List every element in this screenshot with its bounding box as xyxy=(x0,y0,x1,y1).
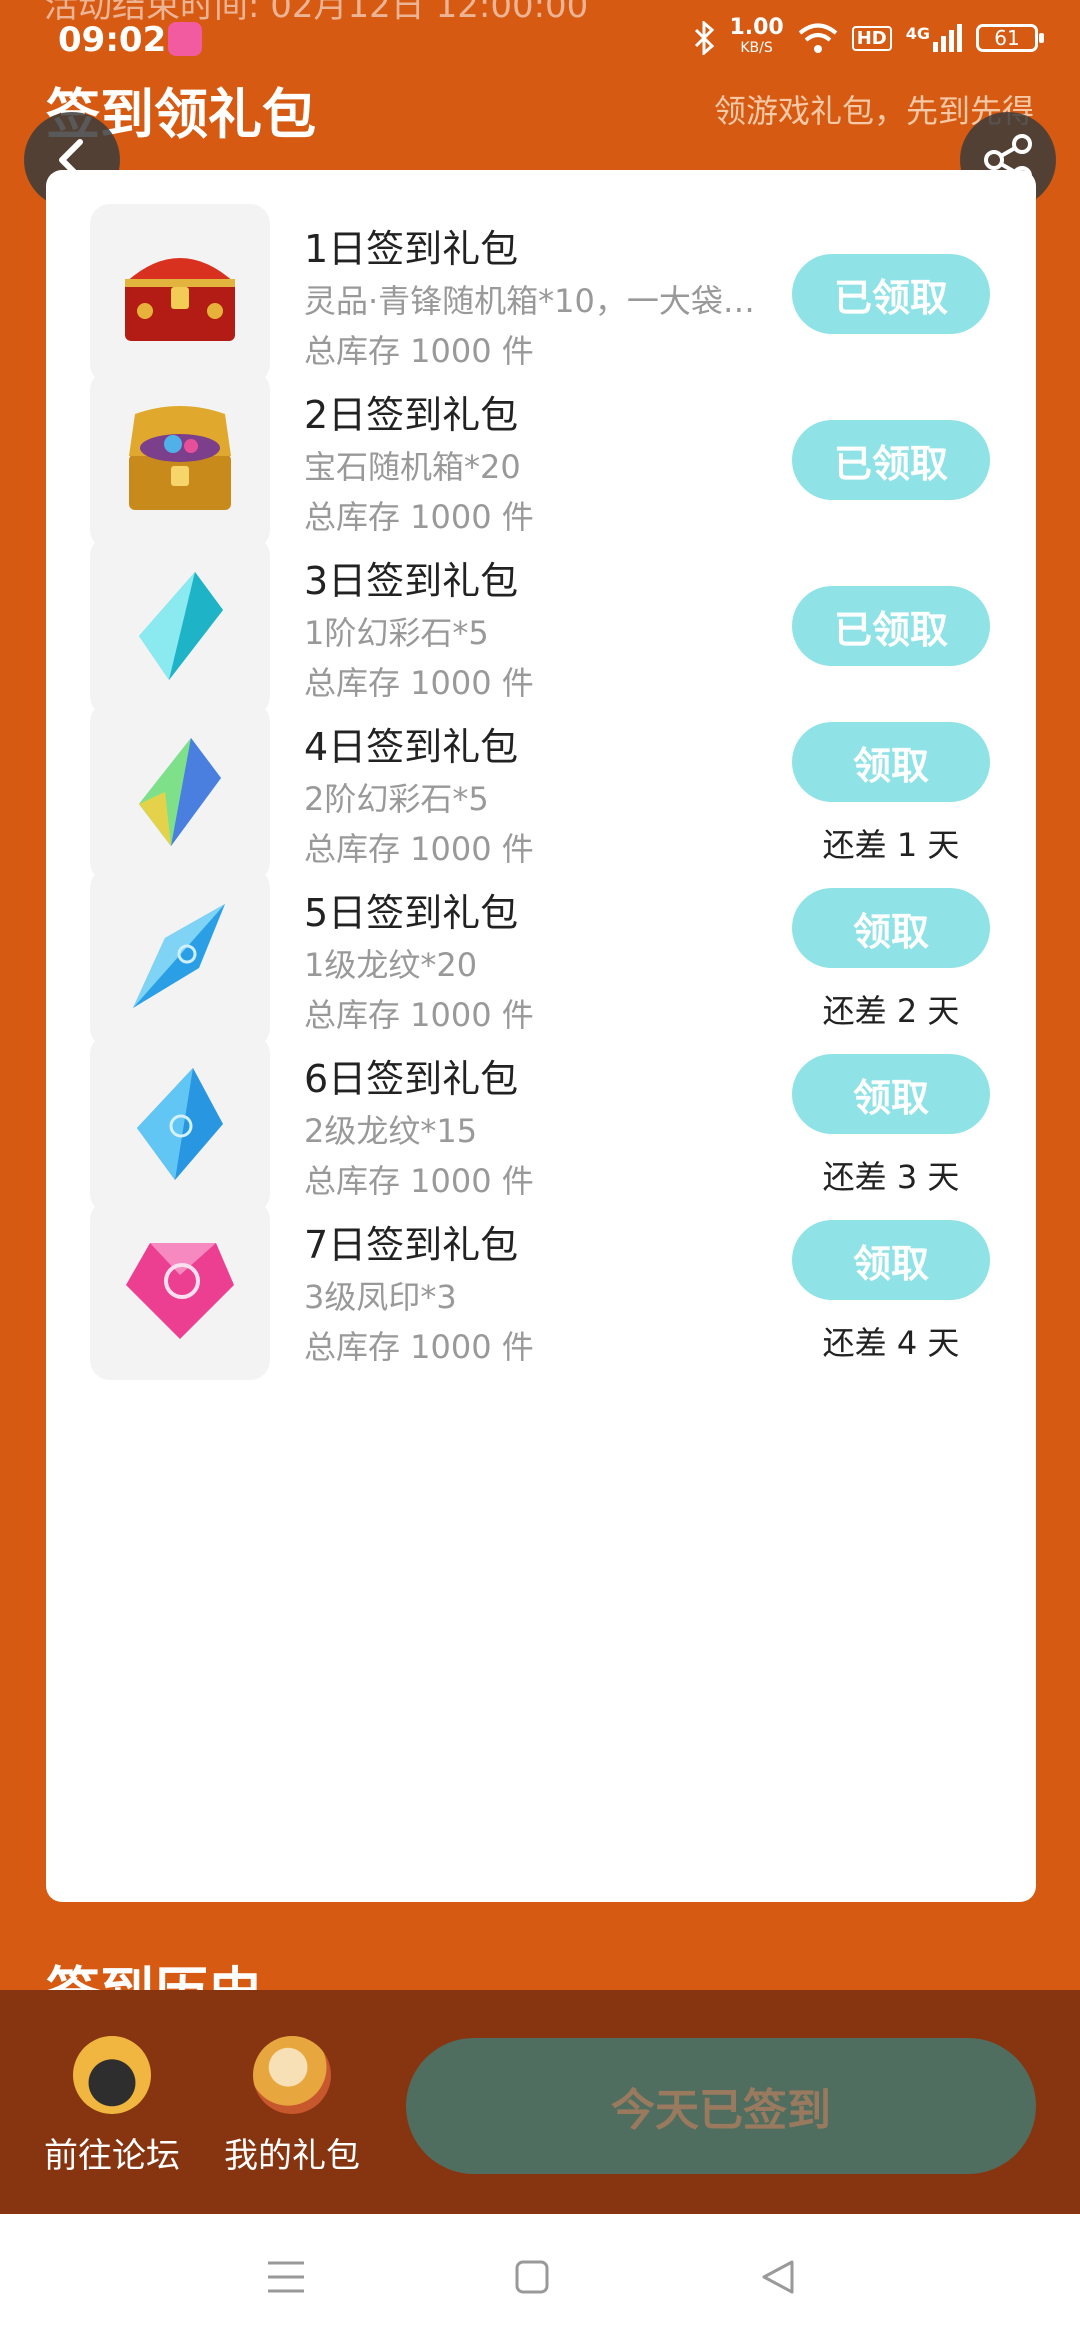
claim-button[interactable]: 领取 xyxy=(792,888,990,968)
gift-name: 1日签到礼包 xyxy=(304,227,519,271)
gift-name: 3日签到礼包 xyxy=(304,559,519,603)
gift-stock: 总库存 1000 件 xyxy=(304,1328,534,1366)
gift-name: 5日签到礼包 xyxy=(304,891,519,935)
home-icon xyxy=(515,2260,549,2294)
net-speed-unit: KB/S xyxy=(740,40,773,56)
clock: 09:02 xyxy=(58,20,167,60)
gift-description: 1级龙纹*20 xyxy=(304,946,478,984)
claimed-button[interactable]: 已领取 xyxy=(792,586,990,666)
gift-name: 4日签到礼包 xyxy=(304,725,519,769)
my-gifts-label: 我的礼包 xyxy=(224,2136,360,2176)
gift-row-day-6: 6日签到礼包 2级龙纹*15 总库存 1000 件 领取 还差 3 天 xyxy=(46,1000,1036,1214)
claimed-button[interactable]: 已领取 xyxy=(792,420,990,500)
gift-thumbnail xyxy=(90,1200,270,1380)
gift-row-day-4: 4日签到礼包 2阶幻彩石*5 总库存 1000 件 领取 还差 1 天 xyxy=(46,668,1036,882)
bluetooth-icon xyxy=(695,21,715,55)
menu-icon xyxy=(268,2261,304,2293)
days-remaining: 还差 4 天 xyxy=(822,1324,960,1362)
back-nav-button[interactable] xyxy=(748,2252,808,2302)
gift-list-card: 1日签到礼包 灵品·青锋随机箱*10，一大袋… 总库存 1000 件 已领取 2… xyxy=(46,170,1036,1902)
claim-button[interactable]: 领取 xyxy=(792,1054,990,1134)
my-gifts-avatar-icon xyxy=(253,2036,331,2114)
signed-in-today-button[interactable]: 今天已签到 xyxy=(406,2038,1036,2174)
gift-description: 宝石随机箱*20 xyxy=(304,448,521,486)
bottom-action-bar: 前往论坛 我的礼包 今天已签到 xyxy=(0,1990,1080,2214)
claimed-button[interactable]: 已领取 xyxy=(792,254,990,334)
gift-row-day-1: 1日签到礼包 灵品·青锋随机箱*10，一大袋… 总库存 1000 件 已领取 xyxy=(46,170,1036,384)
net-speed: 1.00 KB/S xyxy=(729,15,784,58)
menu-button[interactable] xyxy=(256,2252,316,2302)
gift-name: 6日签到礼包 xyxy=(304,1057,519,1101)
gift-description[interactable]: 灵品·青锋随机箱*10，一大袋… xyxy=(304,276,774,322)
gift-description: 2阶幻彩石*5 xyxy=(304,780,489,818)
gift-name: 7日签到礼包 xyxy=(304,1223,519,1267)
gift-description: 3级凤印*3 xyxy=(304,1278,457,1316)
gift-row-day-7: 7日签到礼包 3级凤印*3 总库存 1000 件 领取 还差 4 天 xyxy=(46,1166,1036,1380)
signal-icon: 4G xyxy=(906,24,962,52)
status-icons: 1.00 KB/S HD 4G 61 xyxy=(693,15,1044,58)
red-chest-icon xyxy=(125,258,235,341)
pink-gem-icon xyxy=(126,1243,234,1339)
gift-description: 2级龙纹*15 xyxy=(304,1112,478,1150)
status-bar: 活动结束时间: 02月12日 12:00:00 09:02 1.00 KB/S … xyxy=(0,0,1080,78)
gift-row-day-2: 2日签到礼包 宝石随机箱*20 总库存 1000 件 已领取 xyxy=(46,336,1036,550)
forum-link[interactable]: 前往论坛 xyxy=(32,2036,192,2177)
network-type: 4G xyxy=(905,24,930,43)
my-gifts-link[interactable]: 我的礼包 xyxy=(212,2036,372,2177)
gift-row-day-3: 3日签到礼包 1阶幻彩石*5 总库存 1000 件 已领取 xyxy=(46,502,1036,716)
claim-button[interactable]: 领取 xyxy=(792,722,990,802)
wifi-icon xyxy=(798,23,837,53)
net-speed-value: 1.00 xyxy=(729,15,784,40)
hd-badge: HD xyxy=(851,25,892,51)
gift-row-day-5: 5日签到礼包 1级龙纹*20 总库存 1000 件 领取 还差 2 天 xyxy=(46,834,1036,1048)
forum-avatar-icon xyxy=(73,2036,151,2114)
forum-label: 前往论坛 xyxy=(44,2136,180,2176)
home-button[interactable] xyxy=(502,2252,562,2302)
battery-icon: 61 xyxy=(976,24,1044,52)
gift-name: 2日签到礼包 xyxy=(304,393,519,437)
gift-description: 1阶幻彩石*5 xyxy=(304,614,489,652)
app-notification-icon xyxy=(168,22,202,56)
claim-button[interactable]: 领取 xyxy=(792,1220,990,1300)
back-triangle-icon xyxy=(762,2260,794,2294)
system-navigation-bar xyxy=(0,2214,1080,2340)
